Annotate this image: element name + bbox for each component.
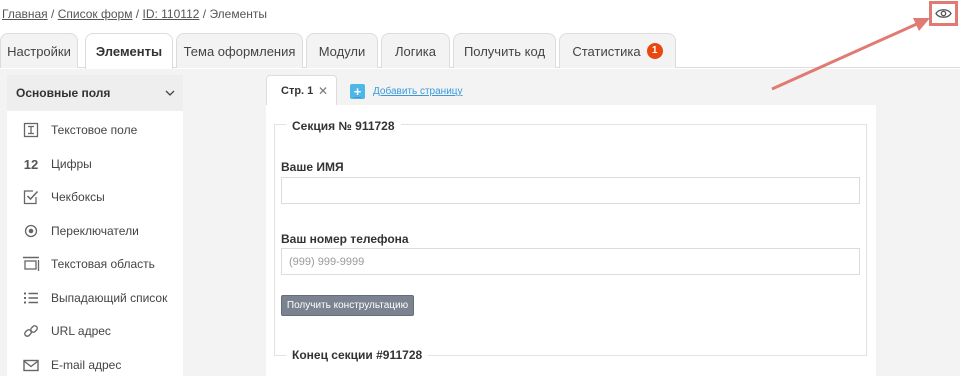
sidebar-item-radios[interactable]: Переключатели (7, 217, 183, 245)
section-title[interactable]: Секция № 911728 (286, 119, 401, 133)
radio-icon (22, 222, 40, 240)
add-page-label: Добавить страницу (373, 86, 463, 97)
notification-badge: 1 (646, 43, 663, 59)
sidebar-item-textarea[interactable]: Текстовая область (7, 250, 183, 278)
sidebar-item-dropdown[interactable]: Выпадающий список (7, 284, 183, 312)
phone-field-label: Ваш номер телефона (281, 232, 409, 246)
sidebar-item-label: E-mail адрес (51, 358, 122, 372)
page-tabs: Стр. 1 ✕ + Добавить страницу (266, 75, 876, 106)
sidebar-item-email[interactable]: E-mail адрес (7, 351, 183, 376)
name-input[interactable] (281, 177, 860, 204)
tab-label: Настройки (7, 43, 71, 59)
sidebar-item-numbers[interactable]: 12 Цифры (7, 150, 183, 178)
close-icon[interactable]: ✕ (318, 84, 328, 98)
sidebar-item-text-field[interactable]: Текстовое поле (7, 116, 183, 144)
tab-label: Элементы (95, 44, 163, 59)
sidebar-item-label: Чекбоксы (51, 190, 105, 204)
name-field-label: Ваше ИМЯ (281, 160, 344, 174)
sidebar-item-label: Выпадающий список (51, 291, 168, 305)
sidebar-group-header[interactable]: Основные поля (7, 75, 183, 111)
section-end-title: Конец секции #911728 (286, 348, 429, 362)
sidebar-item-label: Цифры (51, 157, 92, 171)
link-icon (22, 322, 40, 340)
breadcrumb-id-link[interactable]: ID: 110112 (142, 7, 199, 21)
chevron-down-icon (165, 90, 175, 96)
sidebar-item-url[interactable]: URL адрес (7, 317, 183, 345)
tab-label: Получить код (463, 43, 546, 59)
tab-theme[interactable]: Тема оформления (176, 33, 303, 68)
breadcrumb-separator: / (51, 7, 55, 21)
mail-icon (22, 356, 40, 374)
tab-label: Статистика (572, 43, 641, 59)
textarea-icon (22, 255, 40, 273)
checkbox-icon (22, 188, 40, 206)
breadcrumb-current: Элементы (209, 7, 268, 21)
sidebar-item-label: URL адрес (51, 324, 111, 338)
tab-label: Логика (395, 43, 436, 59)
breadcrumb-separator: / (135, 7, 140, 21)
text-field-icon (22, 121, 40, 139)
numbers-icon: 12 (23, 156, 39, 172)
sidebar-item-label: Текстовое поле (51, 123, 138, 137)
preview-button[interactable] (929, 1, 958, 26)
tab-get-code[interactable]: Получить код (453, 33, 556, 68)
plus-icon: + (350, 84, 365, 99)
sidebar-item-label: Текстовая область (51, 257, 155, 271)
tab-label: Тема оформления (183, 43, 296, 59)
eye-icon (935, 9, 952, 18)
sidebar-group-title: Основные поля (16, 86, 111, 100)
phone-input[interactable]: (999) 999-9999 (281, 248, 860, 275)
page-tab-label: Стр. 1 (281, 85, 314, 97)
breadcrumb-separator: / (202, 7, 207, 21)
page: Главная / Список форм / ID: 110112 / Эле… (0, 0, 960, 376)
tab-elements[interactable]: Элементы (85, 33, 173, 69)
add-page-link[interactable]: + Добавить страницу (350, 84, 463, 99)
list-icon (22, 289, 40, 307)
submit-button[interactable]: Получить констрультацию (281, 295, 414, 316)
sidebar-item-label: Переключатели (51, 224, 139, 238)
tab-settings[interactable]: Настройки (0, 33, 78, 68)
tab-statistics[interactable]: Статистика 1 (559, 33, 676, 68)
form-canvas: Секция № 911728 Ваше ИМЯ Ваш номер телеф… (266, 105, 876, 376)
tab-modules[interactable]: Модули (306, 33, 378, 68)
tab-logic[interactable]: Логика (381, 33, 450, 68)
breadcrumb-home-link[interactable]: Главная (2, 7, 48, 21)
breadcrumb: Главная / Список форм / ID: 110112 / Эле… (2, 7, 267, 21)
page-tab-1[interactable]: Стр. 1 ✕ (266, 75, 337, 106)
tab-label: Модули (318, 43, 366, 59)
sidebar: Основные поля Текстовое поле 12 Цифры Че… (7, 75, 183, 376)
sidebar-item-checkboxes[interactable]: Чекбоксы (7, 183, 183, 211)
main-tabs: Настройки Элементы Тема оформления Модул… (0, 33, 960, 69)
breadcrumb-forms-link[interactable]: Список форм (58, 7, 133, 21)
